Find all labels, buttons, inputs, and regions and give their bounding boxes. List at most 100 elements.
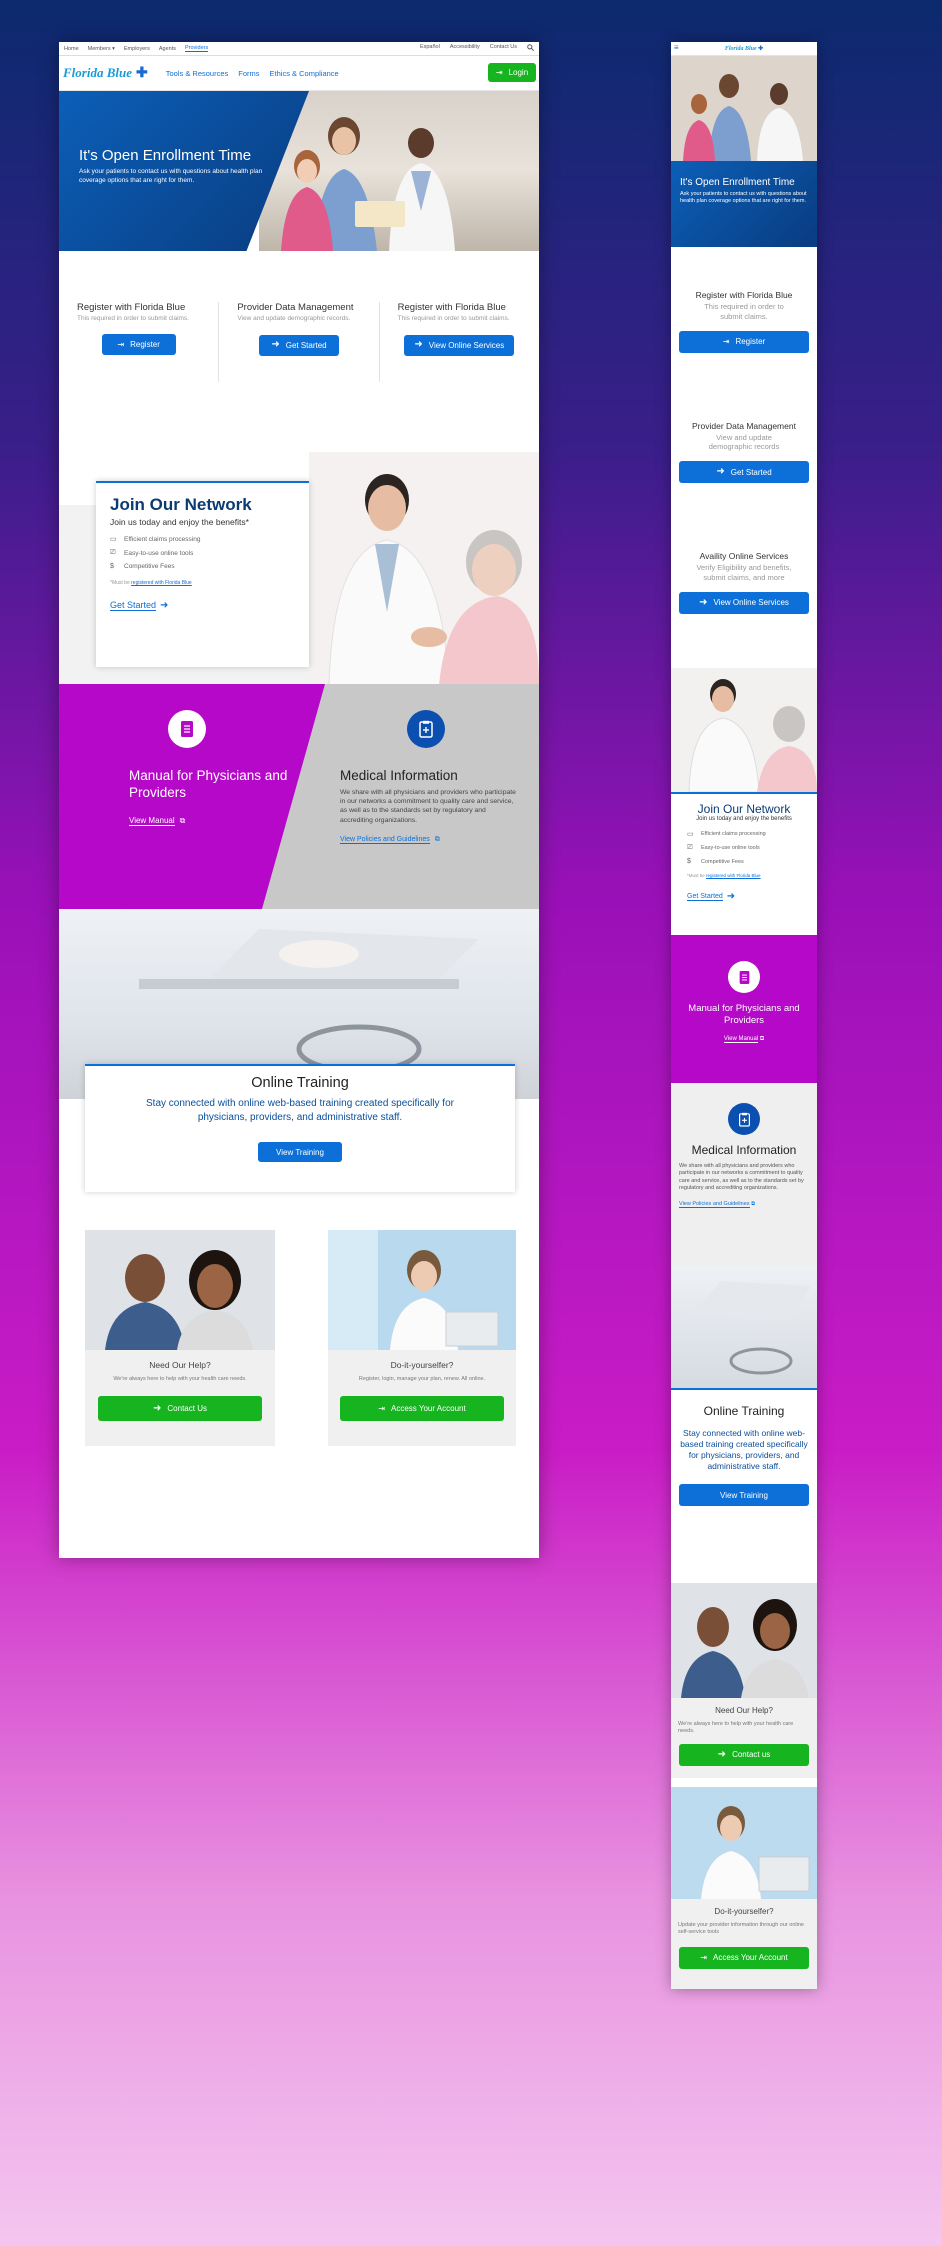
mobile-view-manual-link[interactable]: View Manual ⧉: [671, 1035, 817, 1043]
access-account-button[interactable]: ⇥ Access Your Account: [340, 1396, 504, 1421]
mobile-view-policies-link[interactable]: View Policies and Guidelines ⧉: [679, 1200, 809, 1208]
hero-title: It's Open Enrollment Time: [79, 147, 252, 164]
registered-link[interactable]: registered with Florida Blue: [706, 873, 761, 878]
manual-book-icon: [728, 961, 760, 993]
mobile-contact-us-button[interactable]: ➜ Contact us: [679, 1743, 809, 1766]
topbar-accessibility[interactable]: Accessibility: [450, 44, 480, 53]
mobile-register-button[interactable]: ⇥ Register: [679, 330, 809, 353]
join-network-card: Join Our Network Join us today and enjoy…: [96, 481, 309, 667]
login-icon: ⇥: [495, 68, 503, 77]
arrow-right-icon: ➜: [699, 596, 708, 608]
diy-text: Register, login, manage your plan, renew…: [358, 1376, 486, 1382]
dollar-icon: $: [110, 563, 114, 570]
mobile-diy-card: Do-it-yourselfer? Update your provider i…: [671, 1899, 817, 1989]
register-text: This required in order to submit claims.: [77, 315, 189, 322]
clipboard-icon: [728, 1103, 760, 1135]
calendar-icon: ▭: [687, 831, 694, 838]
view-training-button[interactable]: View Training: [258, 1142, 342, 1162]
computer-icon: ⎚: [687, 844, 693, 851]
feature-item: ⎚ Easy-to-use online tools: [687, 844, 760, 851]
get-started-link[interactable]: Get Started ➜: [110, 600, 295, 611]
topbar-contact[interactable]: Contact Us: [490, 44, 517, 53]
blue-cross-icon: ✚: [136, 65, 148, 81]
view-manual-link[interactable]: View Manual ⧉: [129, 816, 185, 826]
need-help-card: Need Our Help? We're always here to help…: [85, 1230, 275, 1446]
arrow-right-icon: ➜: [726, 891, 736, 902]
mobile-training-card: Online Training Stay connected with onli…: [671, 1388, 817, 1576]
diy-card: Do-it-yourselfer? Register, login, manag…: [328, 1230, 516, 1446]
contact-us-button[interactable]: ➜ Contact Us: [98, 1396, 262, 1421]
view-online-services-button[interactable]: ➜ View Online Services: [404, 334, 515, 356]
mobile-page: ≡ Florida Blue ✚ It's Open Enrollment Ti…: [671, 42, 817, 1989]
registered-link[interactable]: registered with Florida Blue: [131, 580, 192, 586]
mobile-help-text: We're always here to help with your heal…: [678, 1721, 794, 1735]
mobile-view-online-services-button[interactable]: ➜ View Online Services: [679, 591, 809, 614]
feature-item: ▭ Efficient claims processing: [110, 535, 201, 544]
topbar-espanol[interactable]: Español: [420, 44, 440, 53]
mobile-hero-title: It's Open Enrollment Time: [680, 177, 795, 188]
florida-blue-logo[interactable]: Florida Blue ✚: [63, 65, 148, 82]
external-link-icon: ⧉: [434, 836, 440, 843]
nav-tools-resources[interactable]: Tools & Resources: [166, 69, 229, 78]
mobile-manual-section: Manual for Physicians and Providers View…: [671, 935, 817, 1083]
training-text: Stay connected with online web-based tra…: [146, 1098, 454, 1123]
get-started-button[interactable]: ➜ Get Started: [258, 334, 339, 356]
hero-photo: [259, 91, 539, 251]
provider-data-column: Provider Data Management View and update…: [219, 302, 380, 382]
clipboard-icon: [407, 710, 445, 748]
register-button[interactable]: ⇥ Register: [101, 334, 176, 355]
mobile-register-title: Register with Florida Blue: [695, 290, 793, 300]
arrow-right-icon: ➜: [271, 339, 280, 350]
mobile-help-title: Need Our Help?: [715, 1706, 773, 1715]
topbar-employers[interactable]: Employers: [124, 46, 150, 52]
view-policies-link[interactable]: View Policies and Guidelines ⧉: [340, 836, 440, 844]
mobile-diy-text: Update your provider information through…: [678, 1922, 804, 1936]
arrow-right-icon: ➜: [716, 466, 725, 477]
feature-item: $ Competitive Fees: [687, 858, 744, 865]
mobile-training-title: Online Training: [703, 1404, 785, 1418]
mobile-medical-text: We share with all physicians and provide…: [679, 1163, 804, 1192]
mobile-provider-data-text: View and update demographic records: [708, 432, 780, 452]
mobile-logo[interactable]: Florida Blue ✚: [725, 45, 763, 52]
mobile-register-text: This required in order to submit claims.: [704, 302, 784, 321]
medical-title: Medical Information: [340, 768, 458, 783]
help-title: Need Our Help?: [149, 1360, 211, 1370]
external-link-icon: ⧉: [179, 816, 186, 825]
external-link-icon: ⧉: [759, 1035, 765, 1042]
login-button[interactable]: ⇥ Login: [488, 63, 536, 82]
nav-forms[interactable]: Forms: [238, 69, 259, 78]
topbar-providers[interactable]: Providers: [185, 45, 209, 52]
search-icon[interactable]: [527, 44, 534, 53]
doctor-laptop-photo: [328, 1230, 516, 1350]
mobile-provider-data: Provider Data Management View and update…: [671, 421, 817, 483]
mobile-manual-title: Manual for Physicians and Providers: [688, 1003, 800, 1027]
login-icon: ⇥: [722, 337, 730, 346]
desktop-page: Home Members ▾ Employers Agents Provider…: [59, 42, 539, 1558]
medical-text: We share with all physicians and provide…: [340, 789, 516, 824]
provider-data-text: View and update demographic records.: [237, 315, 351, 322]
login-icon: ⇥: [378, 1404, 385, 1413]
hamburger-menu-icon[interactable]: ≡: [674, 43, 679, 52]
topbar-agents[interactable]: Agents: [159, 46, 176, 52]
topbar-home[interactable]: Home: [64, 46, 79, 52]
mobile-doctor-laptop-photo: [671, 1787, 817, 1899]
join-title: Join Our Network: [110, 495, 252, 514]
mobile-access-account-button[interactable]: ⇥ Access Your Account: [679, 1946, 809, 1969]
mobile-diy-title: Do-it-yourselfer?: [714, 1907, 774, 1916]
mobile-help-card: Need Our Help? We're always here to help…: [671, 1698, 817, 1778]
online-services-column: Register with Florida Blue This required…: [380, 302, 539, 382]
mobile-view-training-button[interactable]: View Training: [679, 1484, 809, 1507]
nav-ethics[interactable]: Ethics & Compliance: [270, 69, 339, 78]
mobile-get-started-link[interactable]: Get Started ➜: [687, 892, 801, 902]
mobile-get-started-button[interactable]: ➜ Get Started: [679, 461, 809, 483]
mobile-online-services-text: Verify Eligibility and benefits, submit …: [696, 563, 792, 582]
manual-book-icon: [168, 710, 206, 748]
hero-banner: It's Open Enrollment Time Ask your patie…: [59, 91, 539, 251]
mobile-laptop-photo: [671, 1266, 817, 1388]
blue-cross-icon: ✚: [758, 46, 764, 52]
mobile-hero-text: Ask your patients to contact us with que…: [680, 191, 807, 205]
mobile-hero-banner: It's Open Enrollment Time Ask your patie…: [671, 161, 817, 247]
topbar-members[interactable]: Members ▾: [88, 46, 115, 52]
support-agents-photo: [85, 1230, 275, 1350]
mobile-online-services-title: Availity Online Services: [699, 551, 789, 561]
